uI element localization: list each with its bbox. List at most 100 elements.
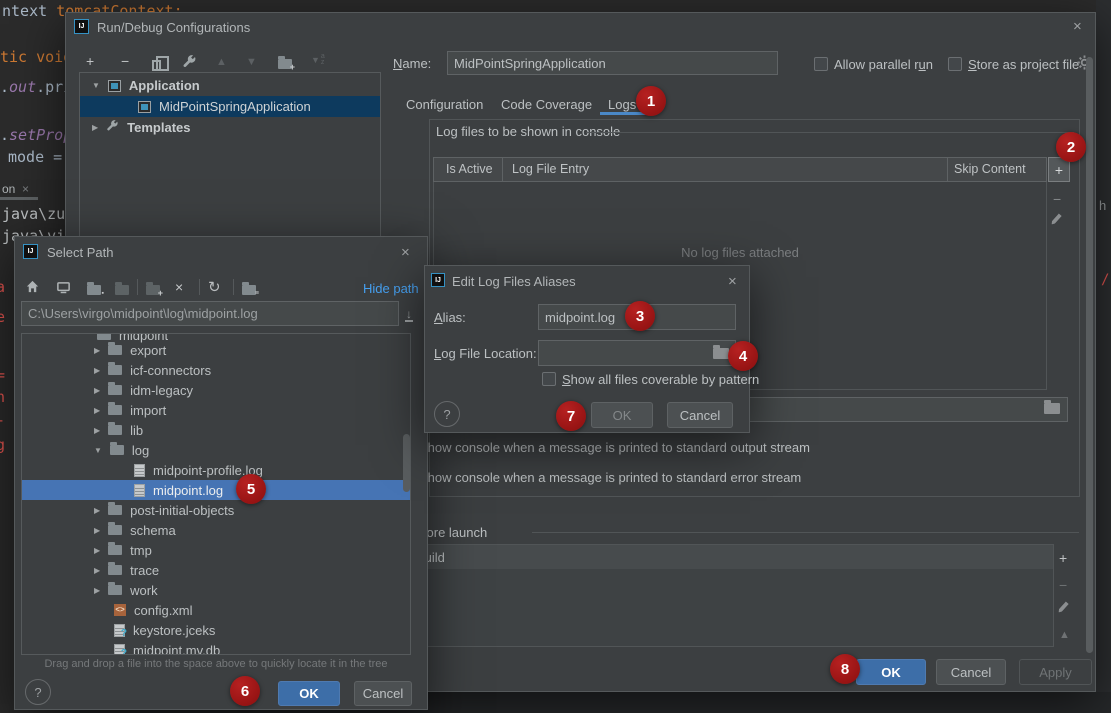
stderr-label[interactable]: Show console when a message is printed t… xyxy=(419,470,801,485)
ok-button[interactable]: OK xyxy=(278,681,340,706)
close-icon[interactable]: × xyxy=(1073,19,1082,34)
refresh-icon[interactable]: ↻ xyxy=(208,278,221,296)
tree-item-icf-connectors[interactable]: ▶icf-connectors xyxy=(22,360,410,380)
chevron-right-icon[interactable]: ▶ xyxy=(92,123,98,132)
tree-item-midpoint-profile-log[interactable]: midpoint-profile.log xyxy=(22,460,410,480)
chevron-right-icon[interactable]: ▶ xyxy=(94,426,100,435)
tab-code-coverage[interactable]: Code Coverage xyxy=(501,97,592,112)
remove-log-file-icon[interactable]: − xyxy=(1053,191,1061,207)
code-line: tic void xyxy=(0,48,72,66)
add-task-icon[interactable]: + xyxy=(1059,550,1067,566)
chevron-right-icon[interactable]: ▶ xyxy=(94,526,100,535)
tree-item-log[interactable]: ▼log xyxy=(22,440,410,460)
tree-item-export[interactable]: ▶export xyxy=(22,340,410,360)
chevron-right-icon[interactable]: ▶ xyxy=(94,546,100,555)
delete-icon[interactable]: × xyxy=(175,279,183,295)
open-folder-icon[interactable] xyxy=(713,346,729,364)
name-input[interactable] xyxy=(447,51,778,75)
chevron-down-icon[interactable]: ▼ xyxy=(92,81,100,90)
help-button[interactable]: ? xyxy=(25,679,51,705)
log-file-location-input[interactable] xyxy=(538,340,736,366)
move-up-icon[interactable]: ▲ xyxy=(216,54,227,70)
edit-log-files-aliases-dialog: IJ Edit Log Files Aliases × Alias: Log F… xyxy=(424,265,750,433)
hide-path-link[interactable]: Hide path xyxy=(363,281,419,296)
chevron-right-icon[interactable]: ▶ xyxy=(94,346,100,355)
editor-tab[interactable]: on × xyxy=(2,182,29,196)
remove-task-icon[interactable]: − xyxy=(1059,577,1067,593)
cancel-button[interactable]: Cancel xyxy=(936,659,1006,685)
close-icon[interactable]: × xyxy=(401,245,410,260)
tree-item-import[interactable]: ▶import xyxy=(22,400,410,420)
chevron-right-icon[interactable]: ▶ xyxy=(94,566,100,575)
edit-log-file-icon[interactable] xyxy=(1054,213,1058,231)
chevron-down-icon[interactable]: ▼ xyxy=(94,446,102,455)
tree-item-midpoint-mv-db[interactable]: midpoint.mv.db xyxy=(22,640,410,655)
tree-item-work[interactable]: ▶work xyxy=(22,580,410,600)
name-label: Name: xyxy=(393,56,431,71)
chevron-right-icon[interactable]: ▶ xyxy=(94,506,100,515)
tree-item-templates[interactable]: ▶ Templates xyxy=(80,117,380,138)
column-header-is-active[interactable]: Is Active xyxy=(446,162,493,176)
open-folder-icon[interactable] xyxy=(1044,401,1060,419)
tree-item-midpoint-log[interactable]: midpoint.log xyxy=(22,480,410,500)
tree-item-application[interactable]: ▼ Application xyxy=(80,75,380,96)
move-down-icon[interactable]: ▼ xyxy=(246,54,257,70)
tree-item-config-xml[interactable]: <>config.xml xyxy=(22,600,410,620)
drag-drop-hint: Drag and drop a file into the space abov… xyxy=(15,658,417,670)
hidden-files-folder-icon[interactable]: ≡ xyxy=(242,282,256,300)
path-input[interactable] xyxy=(21,301,399,326)
stdout-label[interactable]: Show console when a message is printed t… xyxy=(419,440,810,455)
desktop-icon[interactable] xyxy=(56,280,71,300)
cancel-button[interactable]: Cancel xyxy=(354,681,412,706)
tree-item-lib[interactable]: ▶lib xyxy=(22,420,410,440)
add-configuration-icon[interactable]: + xyxy=(86,53,94,69)
apply-button[interactable]: Apply xyxy=(1019,659,1092,685)
sort-alpha-icon[interactable]: ▼az xyxy=(311,54,325,66)
console-error-fragment: e xyxy=(0,308,5,326)
tree-item-keystore-jceks[interactable]: keystore.jceks xyxy=(22,620,410,640)
home-icon[interactable] xyxy=(25,279,40,299)
chevron-right-icon[interactable]: ▶ xyxy=(94,406,100,415)
help-icon: ? xyxy=(443,407,450,422)
show-all-files-checkbox[interactable] xyxy=(542,372,556,386)
column-header-skip-content[interactable]: Skip Content xyxy=(954,162,1026,176)
tree-item-tmp[interactable]: ▶tmp xyxy=(22,540,410,560)
folder-icon xyxy=(108,425,122,435)
show-all-files-label[interactable]: Show all files coverable by pattern xyxy=(562,372,759,387)
log-file-location-label: Log File Location: xyxy=(434,346,537,361)
store-as-project-file-label[interactable]: Store as project file xyxy=(968,57,1079,72)
step-badge-7: 7 xyxy=(556,401,586,431)
module-folder-icon[interactable]: ▪ xyxy=(87,282,101,300)
allow-parallel-run-checkbox[interactable] xyxy=(814,57,828,71)
tab-logs[interactable]: Logs xyxy=(608,97,636,112)
ok-button[interactable]: OK xyxy=(856,659,926,685)
tree-scrollbar[interactable] xyxy=(403,434,410,492)
move-task-up-icon[interactable]: ▲ xyxy=(1059,627,1070,643)
chevron-right-icon[interactable]: ▶ xyxy=(94,386,100,395)
help-button[interactable]: ? xyxy=(434,401,460,427)
tree-item-post-initial-objects[interactable]: ▶post-initial-objects xyxy=(22,500,410,520)
download-icon[interactable]: ↓ xyxy=(405,305,413,323)
cancel-button[interactable]: Cancel xyxy=(667,402,733,428)
column-header-log-file-entry[interactable]: Log File Entry xyxy=(512,162,589,176)
chevron-right-icon[interactable]: ▶ xyxy=(94,586,100,595)
step-badge-4: 4 xyxy=(728,341,758,371)
project-folder-icon[interactable] xyxy=(115,282,129,300)
tree-item-idm-legacy[interactable]: ▶idm-legacy xyxy=(22,380,410,400)
close-icon[interactable]: × xyxy=(22,182,29,196)
edit-task-icon[interactable] xyxy=(1061,601,1065,619)
tree-item-trace[interactable]: ▶trace xyxy=(22,560,410,580)
ok-button[interactable]: OK xyxy=(591,402,653,428)
new-folder-icon[interactable]: + xyxy=(146,282,160,300)
tab-configuration[interactable]: Configuration xyxy=(406,97,483,112)
unknown-file-icon xyxy=(114,644,125,656)
remove-configuration-icon[interactable]: − xyxy=(121,53,129,69)
dialog-scrollbar[interactable] xyxy=(1086,57,1093,653)
store-as-project-file-checkbox[interactable] xyxy=(948,57,962,71)
tree-item-schema[interactable]: ▶schema xyxy=(22,520,410,540)
before-launch-item-build[interactable]: Build xyxy=(412,545,1053,569)
allow-parallel-run-label[interactable]: Allow parallel run xyxy=(834,57,933,72)
tree-item-midpointspringapplication[interactable]: MidPointSpringApplication xyxy=(80,96,380,117)
chevron-right-icon[interactable]: ▶ xyxy=(94,366,100,375)
close-icon[interactable]: × xyxy=(728,274,737,289)
